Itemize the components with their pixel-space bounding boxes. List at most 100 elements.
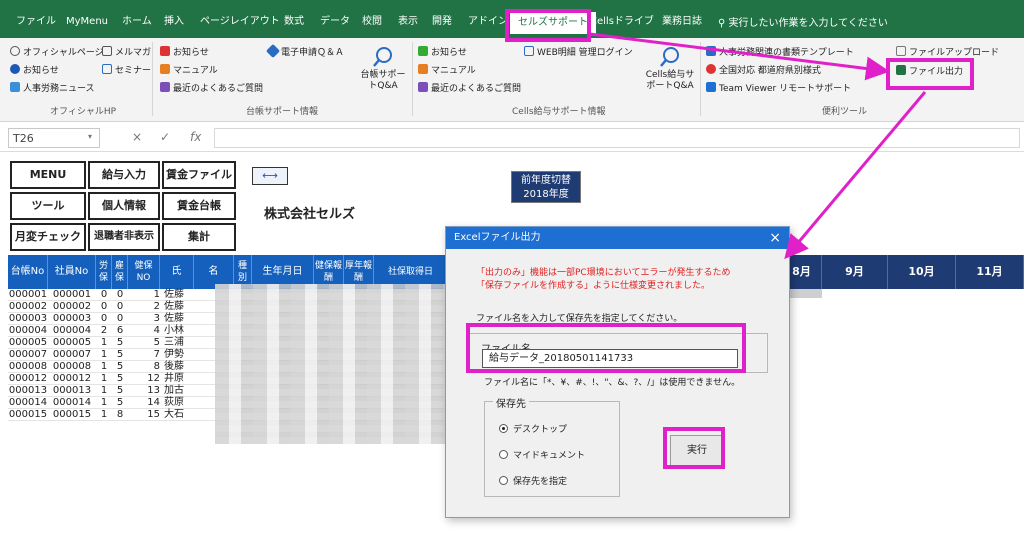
- ledger-faq-button[interactable]: 最近のよくあるご質問: [160, 82, 263, 95]
- magnifier-icon: [660, 47, 679, 67]
- ledger-news-label: お知らせ: [173, 48, 209, 58]
- employee-no-cell: 000002: [52, 301, 92, 312]
- column-header[interactable]: 雇保: [112, 255, 128, 289]
- mail-magazine-button[interactable]: メルマガ: [102, 46, 151, 59]
- surname-cell: 後藤: [164, 361, 184, 372]
- health-insurance-no-cell: 1: [153, 289, 160, 300]
- group-label-ledger: 台帳サポート情報: [246, 107, 319, 117]
- tab-view[interactable]: 表示: [398, 14, 418, 30]
- wage-file-button[interactable]: 賃金ファイル: [162, 161, 236, 189]
- cancel-icon[interactable]: ×: [132, 130, 142, 144]
- hr-news-button[interactable]: 人事労務ニュース: [10, 82, 95, 95]
- magnifier-icon: [373, 47, 392, 67]
- column-header[interactable]: 社員No: [48, 255, 96, 289]
- confirm-icon[interactable]: ✓: [160, 130, 170, 144]
- tab-mymenu[interactable]: MyMenu: [66, 14, 108, 30]
- employment-insurance-cell: 0: [116, 313, 124, 324]
- labor-insurance-cell: 2: [100, 325, 108, 336]
- ledger-no-cell: 000008: [8, 361, 48, 372]
- year-toggle-button[interactable]: 前年度切替 2018年度: [511, 171, 581, 203]
- formula-input[interactable]: [214, 128, 1020, 148]
- warning-line-1: 「出力のみ」機能は一部PC環境においてエラーが発生するため: [476, 268, 731, 278]
- labor-insurance-cell: 0: [100, 313, 108, 324]
- question-icon: [418, 82, 428, 92]
- seminar-button[interactable]: セミナー: [102, 64, 151, 77]
- tab-insert[interactable]: 挿入: [164, 14, 184, 30]
- tab-page-layout[interactable]: ページレイアウト: [200, 14, 280, 30]
- highlight-cells-support-tab: [505, 9, 591, 42]
- totals-button[interactable]: 集計: [162, 223, 236, 251]
- name-box-dropdown-icon[interactable]: ▾: [88, 132, 92, 141]
- health-insurance-no-cell: 5: [153, 337, 160, 348]
- close-icon[interactable]: ×: [769, 227, 781, 249]
- tell-me-box[interactable]: ⚲ 実行したい作業を入力してください: [718, 14, 888, 29]
- employee-no-cell: 000007: [52, 349, 92, 360]
- employment-insurance-cell: 5: [116, 349, 124, 360]
- group-label-tools: 便利ツール: [822, 107, 868, 117]
- ledger-no-cell: 000014: [8, 397, 48, 408]
- file-upload-label: ファイルアップロード: [909, 48, 1000, 58]
- tab-cells-drive[interactable]: Cellsドライブ: [590, 14, 654, 30]
- cells-faq-button[interactable]: 最近のよくあるご質問: [418, 82, 521, 95]
- tell-me-text: 実行したい作業を入力してください: [728, 18, 888, 29]
- tools-button[interactable]: ツール: [10, 192, 86, 220]
- tab-formulas[interactable]: 数式: [284, 14, 304, 30]
- ledger-manual-button[interactable]: マニュアル: [160, 64, 218, 77]
- surname-cell: 佐藤: [164, 301, 184, 312]
- month-header-cell[interactable]: 10月: [888, 255, 956, 289]
- cells-manual-button[interactable]: マニュアル: [418, 64, 476, 77]
- menu-button[interactable]: MENU: [10, 161, 86, 189]
- month-header-cell[interactable]: 9月: [822, 255, 888, 289]
- health-insurance-no-cell: 3: [153, 313, 160, 324]
- save-destination-label: 保存先: [493, 395, 529, 410]
- cells-support-qa-button[interactable]: Cells給与サポートQ&A: [642, 46, 698, 92]
- employee-no-cell: 000001: [52, 289, 92, 300]
- official-page-button[interactable]: オフィシャルページ: [10, 46, 104, 59]
- prefecture-forms-button[interactable]: 全国対応 都道府県別様式: [706, 64, 821, 77]
- tab-home[interactable]: ホーム: [122, 14, 152, 30]
- column-header[interactable]: 氏: [160, 255, 194, 289]
- cells-news-button[interactable]: お知らせ: [418, 46, 467, 59]
- personal-info-button[interactable]: 個人情報: [88, 192, 160, 220]
- labor-insurance-cell: 1: [100, 349, 108, 360]
- tab-file[interactable]: ファイル: [16, 14, 56, 30]
- wage-ledger-button[interactable]: 賃金台帳: [162, 192, 236, 220]
- group-separator: [152, 42, 153, 116]
- mail-icon: [102, 46, 112, 56]
- monthly-change-check-button[interactable]: 月変チェック: [10, 223, 86, 251]
- warning-line-2: 「保存ファイルを作成する」ように仕様変更されました。: [476, 281, 711, 291]
- tab-addins[interactable]: アドイン: [468, 14, 508, 30]
- teamviewer-support-button[interactable]: Team Viewer リモートサポート: [706, 82, 851, 95]
- document-templates-button[interactable]: 人事労務関連の書類テンプレート: [706, 46, 854, 59]
- search-icon: ⚲: [718, 18, 729, 29]
- radio-desktop[interactable]: デスクトップ: [499, 422, 567, 435]
- employment-insurance-cell: 5: [116, 361, 124, 372]
- function-icon[interactable]: fx: [190, 130, 201, 144]
- salary-input-button[interactable]: 給与入力: [88, 161, 160, 189]
- tab-review[interactable]: 校閲: [362, 14, 382, 30]
- name-box[interactable]: T26: [8, 128, 100, 148]
- employee-no-cell: 000012: [52, 373, 92, 384]
- radio-choose-location[interactable]: 保存先を指定: [499, 474, 567, 487]
- ledger-support-qa-button[interactable]: 台帳サポートQ&A: [358, 46, 408, 92]
- column-header[interactable]: 健保NO: [128, 255, 160, 289]
- tab-data[interactable]: データ: [320, 14, 350, 30]
- tab-developer[interactable]: 開発: [432, 14, 452, 30]
- official-page-label: オフィシャルページ: [23, 48, 104, 58]
- web-payslip-login-button[interactable]: WEB明細 管理ログイン: [524, 46, 633, 59]
- column-header[interactable]: 台帳No: [8, 255, 48, 289]
- highlight-file-output-button: [886, 58, 974, 90]
- tab-work-diary[interactable]: 業務日誌: [662, 14, 702, 30]
- question-icon: [160, 82, 170, 92]
- column-header[interactable]: 労保: [96, 255, 112, 289]
- e-application-qa-button[interactable]: 電子申請Ｑ＆Ａ: [265, 43, 344, 59]
- hide-retired-button[interactable]: 退職者非表示: [88, 223, 160, 251]
- health-insurance-no-cell: 14: [147, 397, 160, 408]
- teamviewer-support-label: Team Viewer リモートサポート: [719, 84, 852, 94]
- surname-cell: 三浦: [164, 337, 184, 348]
- radio-my-documents[interactable]: マイドキュメント: [499, 448, 585, 461]
- month-header-cell[interactable]: 11月: [956, 255, 1024, 289]
- left-right-arrow-button[interactable]: ⟷: [252, 167, 288, 185]
- ledger-news-button[interactable]: お知らせ: [160, 46, 209, 59]
- news-button[interactable]: お知らせ: [10, 64, 59, 77]
